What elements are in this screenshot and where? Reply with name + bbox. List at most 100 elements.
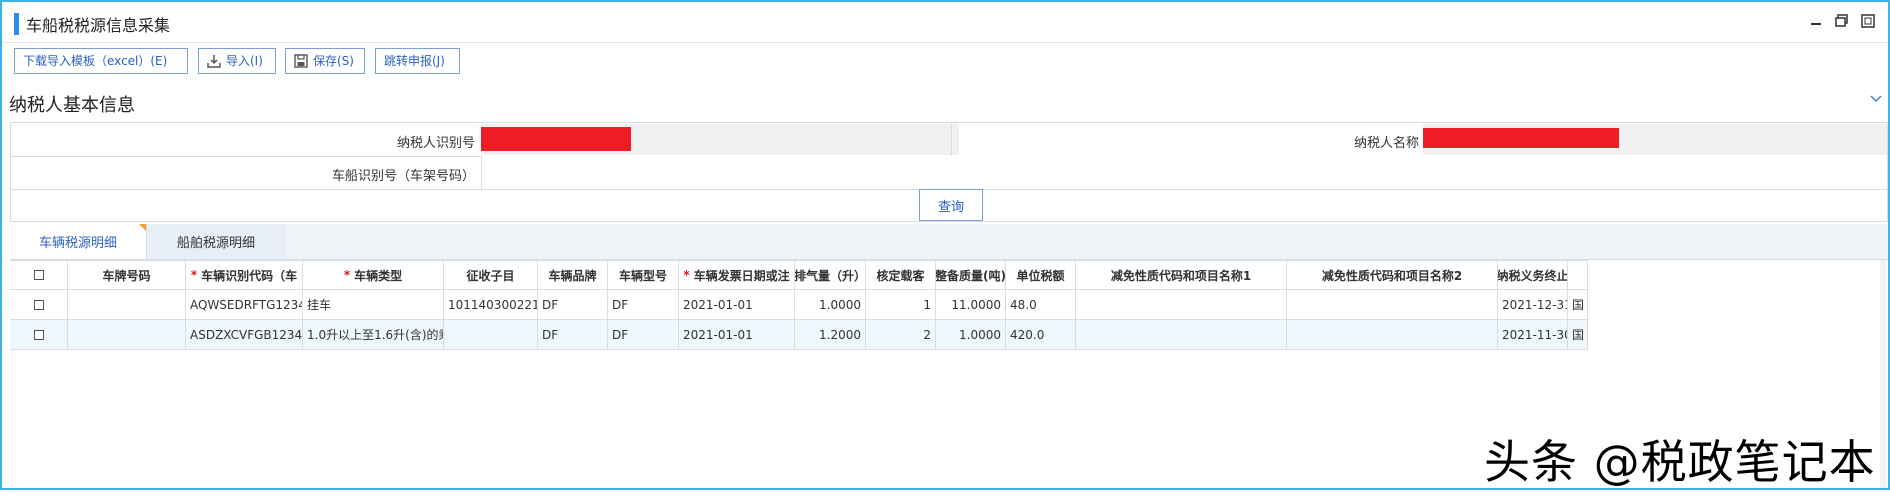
table-cell[interactable]: 2 <box>866 320 936 350</box>
required-marker: * <box>683 268 690 282</box>
table-cell[interactable]: 2021-01-01 <box>679 290 795 320</box>
column-header-label: 车辆发票日期或注 <box>693 268 790 283</box>
column-header[interactable] <box>1568 260 1588 290</box>
vehicle-id-label: 车船识别号（车架号码） <box>331 169 475 184</box>
column-header[interactable]: * 车辆发票日期或注 <box>679 260 795 290</box>
column-header[interactable]: 整备质量(吨) <box>936 260 1006 290</box>
column-header[interactable]: 纳税义务终止 <box>1498 260 1568 290</box>
row-checkbox[interactable] <box>10 290 68 320</box>
taxpayer-section-title: 纳税人基本信息 <box>9 95 135 116</box>
import-icon <box>207 54 221 68</box>
row-checkbox[interactable] <box>10 320 68 350</box>
table-cell[interactable]: DF <box>608 320 679 350</box>
import-label: 导入(I) <box>226 54 263 68</box>
title-bar: 车船税税源信息采集 <box>2 2 1888 43</box>
table-cell[interactable]: 11.0000 <box>936 290 1006 320</box>
save-icon <box>294 54 308 68</box>
taxpayer-id-redaction <box>481 127 631 151</box>
column-header-label: 整备质量(吨) <box>936 268 1006 283</box>
table-cell[interactable]: DF <box>608 290 679 320</box>
table-cell[interactable]: 1.2000 <box>795 320 866 350</box>
column-header[interactable]: 减免性质代码和项目名称2 <box>1287 260 1498 290</box>
table-cell[interactable]: 国 <box>1568 290 1588 320</box>
column-header-label: 车辆类型 <box>354 268 403 283</box>
required-marker: * <box>190 268 198 282</box>
column-header[interactable]: 排气量（升） <box>795 260 866 290</box>
form-divider <box>951 123 952 156</box>
checkbox-icon <box>33 329 44 340</box>
table-cell[interactable]: 1 <box>866 290 936 320</box>
column-header-label: 核定载客 <box>876 268 925 283</box>
table-cell[interactable]: 国 <box>1568 320 1588 350</box>
column-header-label: 车辆识别代码（车 <box>201 268 298 283</box>
table-cell[interactable] <box>1076 290 1287 320</box>
window-title: 车船税税源信息采集 <box>26 16 171 35</box>
taxpayer-id-label: 纳税人识别号 <box>396 136 475 151</box>
column-header-label: 减免性质代码和项目名称1 <box>1110 268 1252 283</box>
minimize-icon[interactable] <box>1806 11 1826 31</box>
form-row-vehicle: 车船识别号（车架号码） <box>11 156 1887 190</box>
query-button[interactable]: 查询 <box>919 189 983 221</box>
vehicle-id-input[interactable] <box>482 156 1887 188</box>
column-header[interactable]: * 车辆识别代码（车 <box>186 260 303 290</box>
import-button[interactable]: 导入(I) <box>198 48 276 74</box>
table-cell[interactable] <box>1287 290 1498 320</box>
chevron-down-icon[interactable] <box>1870 92 1882 107</box>
taxpayer-name-field[interactable] <box>1423 124 1887 155</box>
table-cell[interactable]: 420.0 <box>1006 320 1076 350</box>
column-header-label: 减免性质代码和项目名称2 <box>1321 268 1463 283</box>
restore-icon[interactable] <box>1832 11 1852 31</box>
table-cell[interactable]: 48.0 <box>1006 290 1076 320</box>
checkbox-icon <box>33 270 44 280</box>
column-header-label: 单位税额 <box>1016 268 1065 283</box>
column-header-label: 车辆品牌 <box>548 268 597 283</box>
taxpayer-id-field[interactable] <box>481 124 959 155</box>
table-cell[interactable] <box>1076 320 1287 350</box>
table-cell[interactable] <box>68 320 186 350</box>
column-header-label: 纳税义务终止 <box>1498 268 1568 283</box>
table-cell[interactable]: 2021-01-01 <box>679 320 795 350</box>
table-cell[interactable]: 2021-11-30 <box>1498 320 1568 350</box>
table-cell[interactable]: 挂车 <box>303 290 444 320</box>
table-cell[interactable]: 1.0000 <box>795 290 866 320</box>
app-window: 车船税税源信息采集 下载导入模板（excel）(E) 导入(I) 保存(S) 跳… <box>0 0 1890 490</box>
table-cell[interactable]: 1.0000 <box>936 320 1006 350</box>
taxpayer-name-redaction <box>1423 128 1619 148</box>
column-header[interactable]: 车牌号码 <box>68 260 186 290</box>
table-cell[interactable]: AQWSEDRFTG1234567 <box>186 290 303 320</box>
column-header[interactable]: 车辆型号 <box>608 260 679 290</box>
column-header[interactable]: 减免性质代码和项目名称1 <box>1076 260 1287 290</box>
tab-vessel-tax-detail[interactable]: 船舶税源明细 <box>147 224 285 259</box>
save-button[interactable]: 保存(S) <box>285 48 365 74</box>
required-marker: * <box>343 268 351 282</box>
watermark: 头条 @税政笔记本 <box>1484 435 1876 489</box>
select-all-checkbox[interactable] <box>10 260 68 290</box>
jump-declare-label: 跳转申报(J) <box>384 54 445 68</box>
column-header-label: 排气量（升） <box>795 268 866 283</box>
download-template-label: 下载导入模板（excel）(E) <box>23 54 168 68</box>
scrollbar[interactable] <box>1880 260 1886 488</box>
column-header[interactable]: * 车辆类型 <box>303 260 444 290</box>
download-template-button[interactable]: 下载导入模板（excel）(E) <box>14 48 188 74</box>
table-cell[interactable]: 1.0升以上至1.6升(含)的乘用车 <box>303 320 444 350</box>
table-cell[interactable]: 2021-12-31 <box>1498 290 1568 320</box>
table-cell[interactable]: DF <box>538 290 608 320</box>
column-header[interactable]: 核定载客 <box>866 260 936 290</box>
table-cell[interactable] <box>444 320 538 350</box>
column-header-label: 车辆型号 <box>618 268 667 283</box>
tab-vehicle-tax-detail[interactable]: 车辆税源明细 <box>10 224 147 259</box>
table-cell[interactable]: DF <box>538 320 608 350</box>
maximize-icon[interactable] <box>1858 11 1878 31</box>
table-cell[interactable] <box>68 290 186 320</box>
table-cell[interactable]: 1011403002210... <box>444 290 538 320</box>
jump-declare-button[interactable]: 跳转申报(J) <box>375 48 460 74</box>
taxpayer-name-label: 纳税人名称 <box>1353 136 1419 151</box>
table-cell[interactable] <box>1287 320 1498 350</box>
tab-bar: 车辆税源明细 船舶税源明细 <box>10 224 1888 260</box>
form-row-taxpayer: 纳税人识别号 纳税人名称 <box>11 123 1887 157</box>
table-cell[interactable]: ASDZXCVFGB1234567 <box>186 320 303 350</box>
column-header[interactable]: 车辆品牌 <box>538 260 608 290</box>
column-header[interactable]: 征收子目 <box>444 260 538 290</box>
column-header[interactable]: 单位税额 <box>1006 260 1076 290</box>
column-header-label: 车牌号码 <box>102 268 151 283</box>
